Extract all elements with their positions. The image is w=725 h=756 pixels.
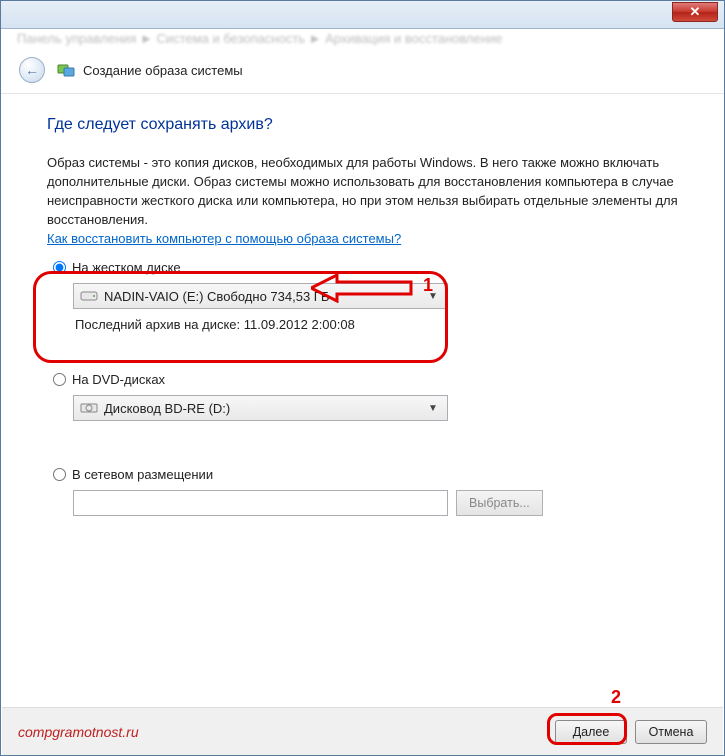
hdd-combo-text: NADIN-VAIO (E:) Свободно 734,53 ГБ (104, 289, 329, 304)
footer-buttons: Далее Отмена (555, 720, 707, 744)
option-network: В сетевом размещении Выбрать... (47, 467, 678, 516)
hdd-icon (80, 289, 98, 303)
radio-dvd-input[interactable] (53, 373, 66, 386)
radio-hdd-label: На жестком диске (72, 260, 181, 275)
option-hdd: На жестком диске NADIN-VAIO (E:) Свободн… (47, 260, 678, 332)
dvd-drive-combo[interactable]: Дисковод BD-RE (D:) ▼ (73, 395, 448, 421)
page-heading: Где следует сохранять архив? (47, 116, 678, 134)
annotation-number-2: 2 (611, 687, 621, 708)
page-description: Образ системы - это копия дисков, необхо… (47, 154, 678, 229)
option-dvd: На DVD-дисках Дисковод BD-RE (D:) ▼ (47, 372, 678, 421)
chevron-down-icon: ▼ (423, 284, 443, 308)
browse-button[interactable]: Выбрать... (456, 490, 543, 516)
breadcrumb: Панель управления ► Система и безопаснос… (1, 29, 724, 51)
wizard-footer: compgramotnost.ru Далее Отмена (2, 707, 723, 755)
hdd-drive-combo[interactable]: NADIN-VAIO (E:) Свободно 734,53 ГБ ▼ (73, 283, 448, 309)
watermark: compgramotnost.ru (18, 724, 139, 740)
arrow-left-icon: ← (25, 62, 39, 78)
radio-hdd[interactable]: На жестком диске (53, 260, 678, 275)
optical-drive-icon (80, 401, 98, 415)
radio-dvd-label: На DVD-дисках (72, 372, 165, 387)
back-button[interactable]: ← (19, 57, 45, 83)
cancel-button[interactable]: Отмена (635, 720, 707, 744)
system-image-icon (57, 61, 75, 79)
wizard-header: ← Создание образа системы (1, 51, 724, 94)
radio-network[interactable]: В сетевом размещении (53, 467, 678, 482)
close-icon: ✕ (690, 4, 701, 20)
radio-hdd-input[interactable] (53, 261, 66, 274)
help-link[interactable]: Как восстановить компьютер с помощью обр… (47, 231, 401, 246)
close-button[interactable]: ✕ (672, 2, 718, 22)
radio-network-input[interactable] (53, 468, 66, 481)
next-button[interactable]: Далее (555, 720, 627, 744)
radio-network-label: В сетевом размещении (72, 467, 213, 482)
network-path-input[interactable] (73, 490, 448, 516)
wizard-title: Создание образа системы (83, 63, 243, 78)
titlebar: ✕ (1, 1, 724, 29)
radio-dvd[interactable]: На DVD-дисках (53, 372, 678, 387)
dvd-combo-text: Дисковод BD-RE (D:) (104, 401, 230, 416)
wizard-window: ✕ Панель управления ► Система и безопасн… (0, 0, 725, 756)
hdd-last-backup: Последний архив на диске: 11.09.2012 2:0… (75, 317, 678, 332)
chevron-down-icon: ▼ (423, 396, 443, 420)
wizard-content: Где следует сохранять архив? Образ систе… (1, 94, 724, 548)
